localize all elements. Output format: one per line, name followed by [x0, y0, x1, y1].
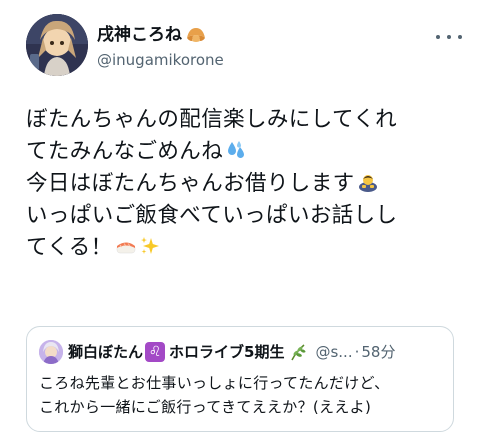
tweet-text: ぼたんちゃんの配信楽しみにしてくれ てたみんなごめんね 今日はぼたんちゃんお借り…: [26, 104, 466, 264]
more-options-button[interactable]: [436, 30, 462, 44]
quote-line-1: ころね先輩とお仕事いっしょに行ってたんだけど、: [39, 374, 390, 392]
herb-icon: [288, 342, 308, 362]
author-display-name[interactable]: 戌神ころね: [97, 25, 182, 45]
quote-line-2: これから一緒にご飯行ってきてええか？(ええよ): [39, 398, 372, 416]
quote-tweet[interactable]: 獅白ぼたん ♌ ホロライブ5期生 @s... · 58分 ころね先輩とお仕事いっ…: [26, 326, 454, 432]
quote-header: 獅白ぼたん ♌ ホロライブ5期生 @s... · 58分: [39, 340, 395, 364]
author-handle[interactable]: @inugamikorone: [97, 51, 224, 69]
tweet-line-4: いっぱいご飯食べていっぱいお話しし: [26, 203, 398, 228]
author-avatar[interactable]: [26, 14, 88, 76]
tweet-line-2: てたみんなごめんね: [26, 136, 466, 168]
tweet-line-3: 今日はぼたんちゃんお借りします: [26, 168, 466, 200]
more-horizontal-icon: [436, 35, 440, 39]
quote-author-affiliation: ホロライブ5期生: [169, 343, 285, 361]
quote-author-handle: @s...: [315, 343, 353, 361]
sweat-droplets-icon: [225, 139, 247, 161]
tweet-card: 戌神ころね @inugamikorone ぼたんちゃんの配信楽しみにしてくれ て…: [0, 0, 480, 439]
quote-text: ころね先輩とお仕事いっしょに行ってたんだけど、 これから一緒にご飯行ってきてええ…: [39, 371, 389, 419]
quote-timestamp: 58分: [361, 343, 396, 361]
quote-author-avatar: [39, 340, 63, 364]
sparkles-icon: [139, 235, 161, 257]
quote-author-name: 獅白ぼたん: [68, 343, 144, 361]
author-name-row[interactable]: 戌神ころね: [97, 25, 207, 45]
leo-icon: ♌: [145, 342, 166, 362]
tweet-line-5: てくる！: [26, 232, 466, 264]
sushi-icon: [115, 235, 137, 257]
bowing-person-icon: [357, 171, 379, 193]
croissant-icon: [185, 26, 207, 44]
tweet-line-1: ぼたんちゃんの配信楽しみにしてくれ: [26, 107, 398, 132]
quote-separator: ·: [354, 343, 360, 361]
